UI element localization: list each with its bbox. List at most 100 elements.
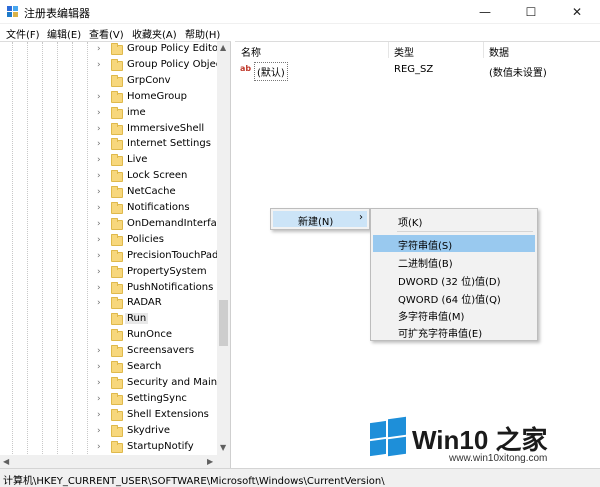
- tree-item[interactable]: › RADAR: [0, 296, 218, 312]
- tree-item-label: ime: [127, 106, 146, 118]
- folder-icon: [111, 202, 123, 214]
- string-value-icon: ab: [240, 64, 252, 73]
- menu-item-qword-value[interactable]: QWORD (64 位)值(Q): [373, 289, 535, 306]
- tree-item[interactable]: › Group Policy Objec: [0, 58, 221, 74]
- expand-chevron-icon[interactable]: ›: [97, 108, 105, 118]
- menu-item-string-value[interactable]: 字符串值(S): [373, 235, 535, 252]
- tree-item-label: RunOnce: [127, 329, 173, 341]
- scroll-up-icon[interactable]: ▲: [220, 43, 226, 52]
- tree-horizontal-scrollbar[interactable]: ◀ ▶: [0, 455, 230, 468]
- folder-icon: [111, 122, 123, 135]
- folder-icon: [111, 58, 123, 71]
- column-header-type[interactable]: 类型: [394, 44, 414, 59]
- tree-item[interactable]: › Policies: [0, 233, 218, 249]
- menu-item-multi-string-value[interactable]: 多字符串值(M): [373, 306, 535, 323]
- window-title: 注册表编辑器: [24, 7, 90, 20]
- tree-item[interactable]: GrpConv: [0, 74, 218, 90]
- scroll-down-icon[interactable]: ▼: [220, 443, 226, 452]
- tree-item[interactable]: › Notifications: [0, 201, 218, 217]
- maximize-button[interactable]: ☐: [508, 0, 554, 24]
- scroll-right-icon[interactable]: ▶: [207, 457, 213, 466]
- expand-chevron-icon[interactable]: ›: [97, 187, 105, 197]
- menu-help[interactable]: 帮助(H): [185, 26, 220, 41]
- folder-icon: [111, 376, 123, 389]
- tree-item[interactable]: › Internet Settings: [0, 137, 218, 153]
- registry-tree[interactable]: › Group Policy Editor › Group Policy Objec G…: [0, 41, 231, 468]
- tree-item[interactable]: › Lock Screen: [0, 169, 218, 185]
- folder-icon: [111, 154, 123, 167]
- expand-chevron-icon[interactable]: ›: [97, 362, 105, 372]
- minimize-button[interactable]: —: [462, 0, 508, 24]
- expand-chevron-icon[interactable]: ›: [97, 219, 105, 229]
- expand-chevron-icon[interactable]: ›: [97, 60, 105, 70]
- tree-item[interactable]: › PropertySystem: [0, 265, 218, 281]
- tree-item[interactable]: › Shell Extensions: [0, 408, 218, 424]
- folder-icon: [111, 265, 123, 278]
- expand-chevron-icon[interactable]: ›: [97, 139, 105, 149]
- tree-item[interactable]: › OnDemandInterface: [0, 217, 228, 233]
- folder-icon: [111, 440, 123, 453]
- menu-item-binary-value[interactable]: 二进制值(B): [373, 253, 535, 270]
- menu-separator: [397, 231, 533, 232]
- expand-chevron-icon[interactable]: ›: [97, 124, 105, 134]
- expand-chevron-icon[interactable]: ›: [97, 92, 105, 102]
- tree-item[interactable]: › NetCache: [0, 185, 218, 201]
- folder-icon: [111, 249, 123, 262]
- tree-item[interactable]: › Screensavers: [0, 344, 218, 360]
- column-header-name[interactable]: 名称: [241, 44, 261, 59]
- tree-item[interactable]: RunOnce: [0, 328, 218, 344]
- expand-chevron-icon[interactable]: ›: [97, 44, 105, 54]
- menu-item-new[interactable]: 新建(N) ›: [273, 211, 367, 228]
- folder-icon: [111, 170, 123, 183]
- expand-chevron-icon[interactable]: ›: [97, 378, 105, 388]
- expand-chevron-icon[interactable]: ›: [97, 298, 105, 308]
- close-button[interactable]: ✕: [554, 0, 600, 24]
- tree-item-label: Search: [127, 361, 162, 372]
- tree-item[interactable]: Run: [0, 312, 218, 328]
- menu-view[interactable]: 查看(V): [89, 26, 124, 41]
- folder-icon: [111, 106, 123, 119]
- tree-vertical-scrollbar[interactable]: ▲ ▼: [217, 42, 230, 455]
- tree-item[interactable]: › SettingSync: [0, 392, 218, 408]
- expand-chevron-icon[interactable]: ›: [97, 203, 105, 213]
- scroll-left-icon[interactable]: ◀: [3, 457, 9, 466]
- tree-item[interactable]: › PushNotifications: [0, 281, 218, 297]
- expand-chevron-icon[interactable]: ›: [97, 155, 105, 165]
- expand-chevron-icon[interactable]: ›: [97, 410, 105, 420]
- expand-chevron-icon[interactable]: ›: [97, 235, 105, 245]
- tree-item[interactable]: › HomeGroup: [0, 90, 218, 106]
- menu-item-key[interactable]: 项(K): [373, 212, 535, 229]
- expand-chevron-icon[interactable]: ›: [97, 394, 105, 404]
- expand-chevron-icon[interactable]: ›: [97, 267, 105, 277]
- tree-item[interactable]: › PrecisionTouchPad: [0, 249, 218, 265]
- tree-item[interactable]: › ImmersiveShell: [0, 122, 218, 138]
- tree-item[interactable]: › Live: [0, 153, 218, 169]
- menu-item-dword-value[interactable]: DWORD (32 位)值(D): [373, 271, 535, 288]
- expand-chevron-icon[interactable]: ›: [97, 171, 105, 181]
- menu-favorites[interactable]: 收藏夹(A): [132, 26, 177, 41]
- tree-item[interactable]: › Group Policy Editor: [0, 42, 222, 58]
- folder-icon: [111, 361, 123, 373]
- menu-item-new-label: 新建(N): [298, 217, 334, 228]
- tree-item[interactable]: › Skydrive: [0, 424, 218, 440]
- menu-edit[interactable]: 编辑(E): [47, 26, 81, 41]
- expand-chevron-icon[interactable]: ›: [97, 251, 105, 261]
- menu-file[interactable]: 文件(F): [6, 26, 40, 41]
- expand-chevron-icon[interactable]: ›: [97, 346, 105, 356]
- menu-item-expandable-string-value[interactable]: 可扩充字符串值(E): [373, 323, 535, 340]
- status-bar: 计算机\HKEY_CURRENT_USER\SOFTWARE\Microsoft…: [0, 468, 600, 487]
- folder-icon: [111, 408, 123, 421]
- tree-item[interactable]: › StartupNotify: [0, 440, 218, 456]
- expand-chevron-icon[interactable]: ›: [97, 442, 105, 452]
- expand-chevron-icon[interactable]: ›: [97, 426, 105, 436]
- expand-chevron-icon[interactable]: ›: [97, 283, 105, 293]
- tree-item[interactable]: › Security and Mainte: [0, 376, 227, 392]
- watermark-title: Win10 之家: [412, 425, 548, 455]
- column-header-data[interactable]: 数据: [489, 44, 509, 59]
- tree-scroll-thumb[interactable]: [219, 300, 228, 346]
- title-bar: 注册表编辑器 — ☐ ✕: [0, 0, 600, 24]
- tree-item[interactable]: › Search: [0, 360, 218, 376]
- value-name[interactable]: (默认): [254, 62, 288, 81]
- folder-icon: [111, 74, 123, 87]
- tree-item[interactable]: › ime: [0, 106, 218, 122]
